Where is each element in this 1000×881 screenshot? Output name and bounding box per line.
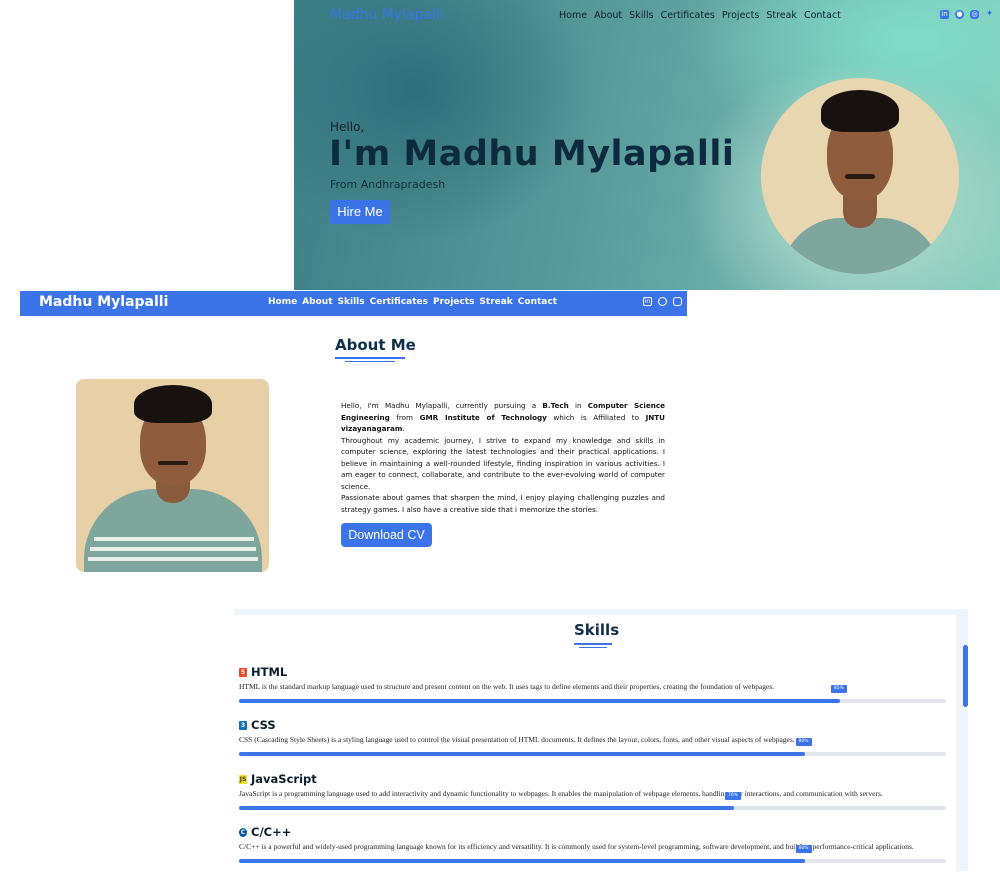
hero-nav: Home About Skills Certificates Projects … (559, 10, 841, 21)
nav-streak[interactable]: Streak (479, 297, 512, 307)
skill-description: CSS (Cascading Style Sheets) is a stylin… (239, 735, 795, 744)
javascript-icon: JS (239, 774, 247, 784)
social-links: in ● ◎ ✦ (940, 10, 994, 19)
skills-card: Skills 5 HTML HTML is the standard marku… (234, 615, 956, 871)
github-icon[interactable] (658, 297, 667, 306)
title-underline-short (345, 361, 395, 362)
skill-item-cpp: C C/C++ C/C++ is a powerful and widely-u… (239, 825, 947, 863)
github-icon[interactable]: ● (955, 10, 964, 19)
skill-name: CSS (251, 718, 276, 732)
nav-contact[interactable]: Contact (518, 297, 557, 307)
instagram-icon[interactable] (673, 297, 682, 306)
about-paragraph-3: Passionate about games that sharpen the … (341, 493, 665, 514)
nav-home[interactable]: Home (559, 10, 587, 21)
skill-percent-badge: 70% (724, 792, 741, 800)
brand-logo[interactable]: Madhu Mylapalli (330, 7, 444, 23)
about-paragraph-2: Throughout my academic journey, I strive… (341, 435, 665, 491)
nav-certificates[interactable]: Certificates (370, 297, 428, 307)
twitter-icon[interactable]: ✦ (985, 10, 994, 19)
nav-contact[interactable]: Contact (804, 10, 841, 21)
skill-name: HTML (251, 665, 288, 679)
css3-icon: 3 (239, 720, 247, 730)
title-underline-short (579, 647, 607, 648)
nav-projects[interactable]: Projects (433, 297, 474, 307)
skill-progress-fill (239, 806, 734, 810)
skill-progress-fill (239, 699, 840, 703)
title-underline (335, 357, 405, 359)
hero-heading: I'm Madhu Mylapalli (329, 134, 735, 174)
linkedin-icon[interactable]: in (940, 10, 949, 19)
about-navbar: Madhu Mylapalli Home About Skills Certif… (20, 291, 687, 316)
nav-about[interactable]: About (594, 10, 622, 21)
about-description: Hello, I'm Madhu Mylapalli, currently pu… (341, 400, 665, 515)
skill-item-html: 5 HTML HTML is the standard markup langu… (239, 665, 947, 703)
skills-section: Skills 5 HTML HTML is the standard marku… (234, 609, 968, 871)
nav-about[interactable]: About (302, 297, 332, 307)
nav-skills[interactable]: Skills (629, 10, 653, 21)
html5-icon: 5 (239, 667, 247, 677)
nav-certificates[interactable]: Certificates (661, 10, 715, 21)
skills-title: Skills (574, 621, 620, 639)
linkedin-icon[interactable]: in (643, 297, 652, 306)
greeting: Hello, (330, 120, 365, 134)
social-links: in (643, 297, 682, 306)
skill-description: C/C++ is a powerful and widely-used prog… (239, 842, 914, 851)
skill-percent-badge: 80% (795, 738, 812, 746)
about-nav: Home About Skills Certificates Projects … (268, 297, 557, 307)
skill-description: JavaScript is a programming language use… (239, 789, 883, 798)
title-underline (574, 643, 612, 645)
profile-photo (76, 379, 269, 572)
download-cv-button[interactable]: Download CV (341, 523, 432, 547)
skill-percent-badge: 85% (830, 685, 847, 693)
brand-logo[interactable]: Madhu Mylapalli (39, 294, 168, 310)
profile-photo-circle (761, 78, 959, 274)
skill-progress-bar: 70% (239, 792, 946, 810)
skill-item-javascript: JS JavaScript JavaScript is a programmin… (239, 772, 947, 810)
nav-skills[interactable]: Skills (338, 297, 365, 307)
instagram-icon[interactable]: ◎ (970, 10, 979, 19)
about-intro: Hello, I'm Madhu Mylapalli, currently pu… (341, 401, 666, 433)
scrollbar-thumb[interactable] (963, 645, 968, 707)
skill-percent-badge: 80% (795, 845, 812, 853)
skill-name: C/C++ (251, 825, 292, 839)
skill-progress-fill (239, 859, 805, 863)
nav-streak[interactable]: Streak (766, 10, 797, 21)
cpp-icon: C (239, 827, 247, 837)
skill-progress-fill (239, 752, 805, 756)
nav-home[interactable]: Home (268, 297, 297, 307)
location-text: From Andhrapradesh (330, 178, 446, 191)
about-title: About Me (335, 336, 416, 354)
skill-progress-bar: 80% (239, 738, 946, 756)
skill-name: JavaScript (251, 772, 317, 786)
skill-progress-bar: 85% (239, 685, 946, 703)
skill-progress-bar: 80% (239, 845, 946, 863)
hire-me-button[interactable]: Hire Me (330, 200, 390, 224)
skill-item-css: 3 CSS CSS (Cascading Style Sheets) is a … (239, 718, 947, 756)
nav-projects[interactable]: Projects (722, 10, 759, 21)
hero-section: Madhu Mylapalli Home About Skills Certif… (294, 0, 1000, 290)
